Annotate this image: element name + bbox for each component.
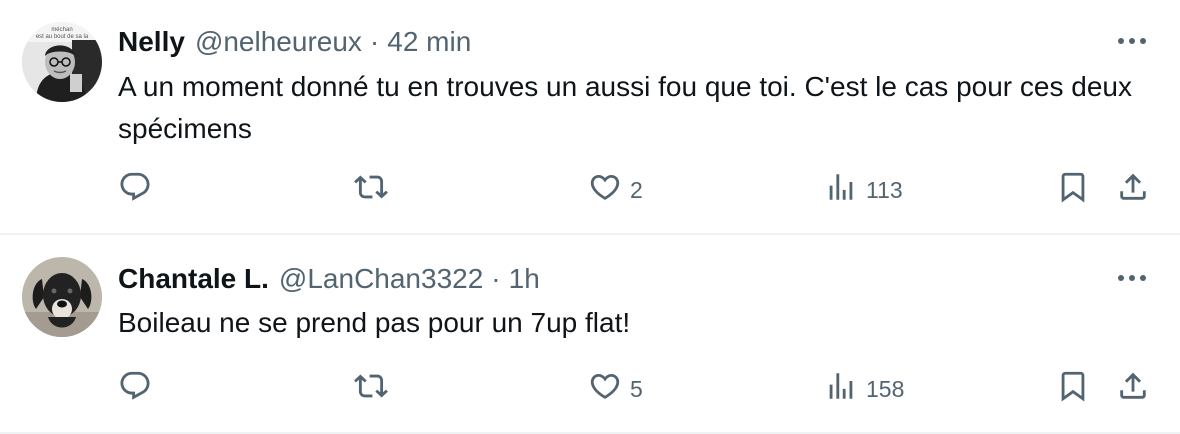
tweet-text: Boileau ne se prend pas pour un 7up flat…	[118, 307, 631, 338]
tweet-header: Chantale L. @LanChan3322 · 1h	[118, 261, 540, 297]
view-count: 158	[866, 375, 905, 402]
bookmark-icon	[1056, 369, 1090, 409]
more-icon	[1117, 269, 1147, 287]
action-bar: 5 158	[118, 369, 1158, 409]
tweet-header: Nelly @nelheureux · 42 min	[118, 24, 471, 60]
user-handle[interactable]: @nelheureux	[195, 26, 362, 58]
reply-icon	[118, 170, 152, 210]
svg-text:méchan: méchan	[51, 27, 72, 33]
more-button[interactable]	[1112, 26, 1152, 56]
retweet-button[interactable]	[354, 369, 388, 409]
view-count: 113	[866, 176, 903, 203]
more-button[interactable]	[1112, 263, 1152, 293]
retweet-icon	[354, 369, 388, 409]
heart-icon	[588, 170, 622, 210]
action-bar: 2 113	[118, 170, 1158, 210]
like-button[interactable]: 5	[588, 369, 643, 409]
separator: ·	[369, 26, 380, 57]
timestamp[interactable]: 1h	[509, 263, 540, 295]
share-button[interactable]	[1116, 170, 1150, 210]
retweet-button[interactable]	[354, 170, 388, 210]
bookmark-button[interactable]	[1056, 170, 1090, 210]
more-icon	[1117, 32, 1147, 50]
views-icon	[824, 170, 858, 210]
avatar[interactable]: méchan est au bout de sa la	[22, 22, 102, 102]
user-handle[interactable]: @LanChan3322	[279, 263, 483, 295]
timestamp[interactable]: 42 min	[387, 26, 471, 58]
share-button[interactable]	[1116, 369, 1150, 409]
retweet-icon	[354, 170, 388, 210]
heart-icon	[588, 369, 622, 409]
svg-text:est au bout de sa la: est au bout de sa la	[36, 34, 89, 40]
bookmark-button[interactable]	[1056, 369, 1090, 409]
like-count: 2	[630, 176, 643, 203]
reply-icon	[118, 369, 152, 409]
tweet[interactable]: Chantale L. @LanChan3322 · 1h Boileau ne…	[0, 235, 1180, 434]
share-icon	[1116, 170, 1150, 210]
tweet-text: A un moment donné tu en trouves un aussi…	[118, 71, 1132, 144]
bookmark-icon	[1056, 170, 1090, 210]
like-count: 5	[630, 375, 643, 402]
like-button[interactable]: 2	[588, 170, 643, 210]
views-icon	[824, 369, 858, 409]
display-name[interactable]: Chantale L.	[118, 263, 269, 295]
views-button[interactable]: 113	[824, 170, 903, 210]
avatar[interactable]	[22, 257, 102, 337]
views-button[interactable]: 158	[824, 369, 904, 409]
tweet[interactable]: méchan est au bout de sa la Nelly @nelhe…	[0, 0, 1180, 235]
display-name[interactable]: Nelly	[118, 26, 185, 58]
share-icon	[1116, 369, 1150, 409]
reply-button[interactable]	[118, 170, 152, 210]
separator: ·	[491, 263, 501, 294]
reply-button[interactable]	[118, 369, 152, 409]
